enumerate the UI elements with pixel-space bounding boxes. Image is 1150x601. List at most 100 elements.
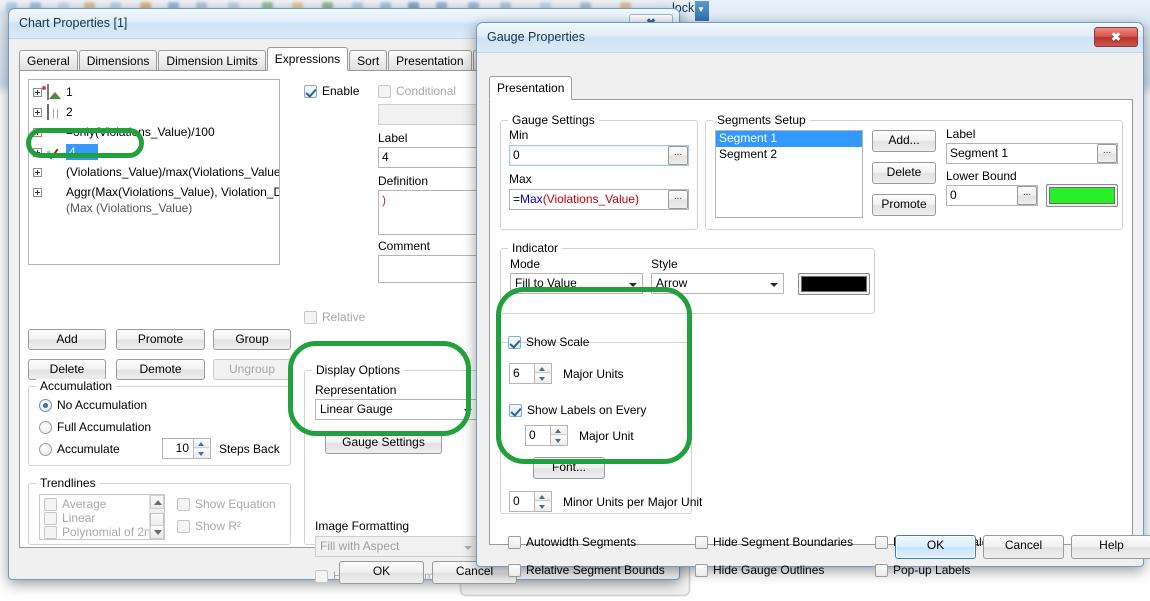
promote-button[interactable]: Promote: [116, 329, 205, 350]
segment-list-item-2[interactable]: Segment 2: [716, 147, 862, 163]
minor-units-stepper[interactable]: [535, 491, 552, 512]
minor-units-input[interactable]: 0: [509, 491, 535, 512]
error-icon: [47, 125, 62, 140]
stepper-up-icon[interactable]: [535, 492, 550, 501]
indicator-style-combo[interactable]: Arrow: [651, 273, 784, 294]
gauge-settings-group: Gauge Settings Min 0 ... Max =Max(Violat…: [500, 113, 698, 230]
show-scale-label: Show Scale: [526, 335, 590, 349]
option-label: Pop-up Labels: [893, 563, 971, 577]
representation-combo[interactable]: Linear Gauge: [315, 399, 478, 420]
stepper-down-icon[interactable]: [194, 449, 209, 458]
tab-dimension-limits[interactable]: Dimension Limits: [158, 50, 266, 71]
delete-button[interactable]: Delete: [28, 359, 106, 380]
trendlines-list[interactable]: Average Linear Polynomial of 2nd d: [39, 494, 165, 540]
checkbox-indicator: [44, 512, 57, 525]
tab-sort[interactable]: Sort: [349, 50, 388, 71]
stepper-up-icon[interactable]: [551, 426, 566, 435]
tree-item-2[interactable]: 2: [33, 104, 277, 122]
demote-button[interactable]: Demote: [116, 359, 205, 380]
font-button[interactable]: Font...: [533, 457, 605, 479]
segment-promote-button[interactable]: Promote: [872, 194, 936, 216]
trendlines-scrollbar[interactable]: [149, 495, 164, 539]
gauge-properties-close-button[interactable]: ✖: [1094, 27, 1138, 47]
expand-icon[interactable]: [33, 188, 42, 197]
image-icon: [42, 84, 62, 100]
checkbox-indicator: [177, 498, 190, 511]
gauge-ok-button[interactable]: OK: [895, 535, 976, 559]
tab-dimensions[interactable]: Dimensions: [78, 50, 158, 71]
segment-label-browse-button[interactable]: ...: [1097, 144, 1117, 163]
min-input[interactable]: 0: [509, 145, 689, 166]
tree-item-5[interactable]: (Violations_Value)/max(Violations_Value): [33, 164, 280, 182]
accumulation-group-title: Accumulation: [36, 379, 117, 393]
segments-listbox[interactable]: Segment 1 Segment 2: [715, 130, 863, 218]
gauge-settings-button[interactable]: Gauge Settings: [325, 432, 442, 454]
tab-expressions[interactable]: Expressions: [266, 47, 349, 71]
stepper-up-icon[interactable]: [194, 439, 209, 448]
stepper-up-icon[interactable]: [535, 364, 550, 373]
tree-item-label: (Violations_Value)/max(Violations_Value): [66, 165, 280, 179]
option-label: Relative Segment Bounds: [526, 563, 665, 577]
expand-icon[interactable]: [33, 168, 42, 177]
image-formatting-caption: Image Formatting: [315, 519, 410, 533]
tree-item-7[interactable]: (Max (Violations_Value): [33, 200, 277, 218]
major-units-stepper[interactable]: [535, 363, 552, 384]
indicator-group: Indicator Mode Fill to Value Style Arrow: [500, 241, 875, 314]
tree-item-4-selected[interactable]: 4: [33, 144, 277, 162]
gauge-help-button[interactable]: Help: [1071, 535, 1150, 559]
segment-add-button[interactable]: Add...: [872, 130, 936, 152]
add-button[interactable]: Add: [28, 329, 106, 350]
checkbox-indicator: [508, 536, 521, 549]
segments-setup-title: Segments Setup: [713, 113, 810, 127]
segment-color-swatch[interactable]: [1046, 184, 1118, 207]
major-unit-input[interactable]: 0: [525, 425, 551, 446]
tree-item-1[interactable]: 1: [33, 84, 277, 102]
segment-label-input[interactable]: Segment 1: [946, 143, 1118, 164]
indicator-color-swatch[interactable]: [798, 273, 870, 295]
min-browse-button[interactable]: ...: [668, 146, 688, 165]
grid-icon: [47, 104, 62, 120]
checkbox-indicator: [508, 564, 521, 577]
trendline-label: Average: [62, 497, 107, 511]
max-browse-button[interactable]: ...: [668, 190, 688, 209]
indicator-mode-caption: Mode: [510, 257, 541, 271]
chart-ok-button[interactable]: OK: [339, 561, 424, 584]
gauge-properties-dialog[interactable]: Gauge Properties ✖ Presentation Gauge Se…: [476, 22, 1150, 577]
gauge-properties-titlebar[interactable]: Gauge Properties ✖: [477, 23, 1143, 53]
scroll-down-icon[interactable]: [150, 525, 164, 539]
checkbox-indicator: [695, 536, 708, 549]
tree-item-label: Aggr(Max(Violations_Value), Violation_De…: [66, 185, 280, 199]
stepper-down-icon[interactable]: [535, 502, 550, 511]
tree-item-3[interactable]: =only(Violations_Value)/100: [33, 124, 277, 142]
option-label: Hide Segment Boundaries: [713, 535, 854, 549]
tab-general[interactable]: General: [19, 50, 78, 71]
checkbox-indicator: [509, 404, 522, 417]
stepper-down-icon[interactable]: [535, 374, 550, 383]
major-units-input[interactable]: 6: [509, 363, 535, 384]
gauge-cancel-button[interactable]: Cancel: [983, 535, 1064, 559]
max-input[interactable]: =Max(Violations_Value): [509, 189, 689, 210]
major-unit-stepper[interactable]: [551, 425, 568, 446]
max-prefix: =: [513, 192, 521, 206]
group-button[interactable]: Group: [213, 329, 291, 350]
expand-icon[interactable]: [33, 128, 42, 137]
segment-list-item-1[interactable]: Segment 1: [716, 131, 862, 147]
segment-delete-button[interactable]: Delete: [872, 162, 936, 184]
scroll-up-icon[interactable]: [150, 495, 164, 509]
expression-tree[interactable]: 1 2 =only(Violations_Value)/100 4 (Viola…: [28, 79, 280, 265]
steps-back-input[interactable]: 10: [162, 438, 194, 459]
tab-presentation[interactable]: Presentation: [388, 50, 472, 71]
accumulation-group: Accumulation No Accumulation Full Accumu…: [28, 379, 291, 466]
expand-icon[interactable]: [33, 108, 42, 117]
expand-icon[interactable]: [33, 88, 42, 97]
tab-presentation-gauge[interactable]: Presentation: [489, 76, 573, 100]
checkbox-indicator: [695, 564, 708, 577]
indicator-mode-combo[interactable]: Fill to Value: [510, 273, 643, 294]
lower-bound-browse-button[interactable]: ...: [1017, 186, 1037, 205]
steps-back-label: Steps Back: [219, 442, 280, 456]
display-options-title: Display Options: [312, 363, 405, 377]
gauge-properties-tabstrip[interactable]: Presentation: [489, 76, 889, 100]
stepper-down-icon[interactable]: [551, 436, 566, 445]
expand-icon[interactable]: [33, 148, 42, 157]
steps-back-stepper[interactable]: [194, 438, 211, 459]
